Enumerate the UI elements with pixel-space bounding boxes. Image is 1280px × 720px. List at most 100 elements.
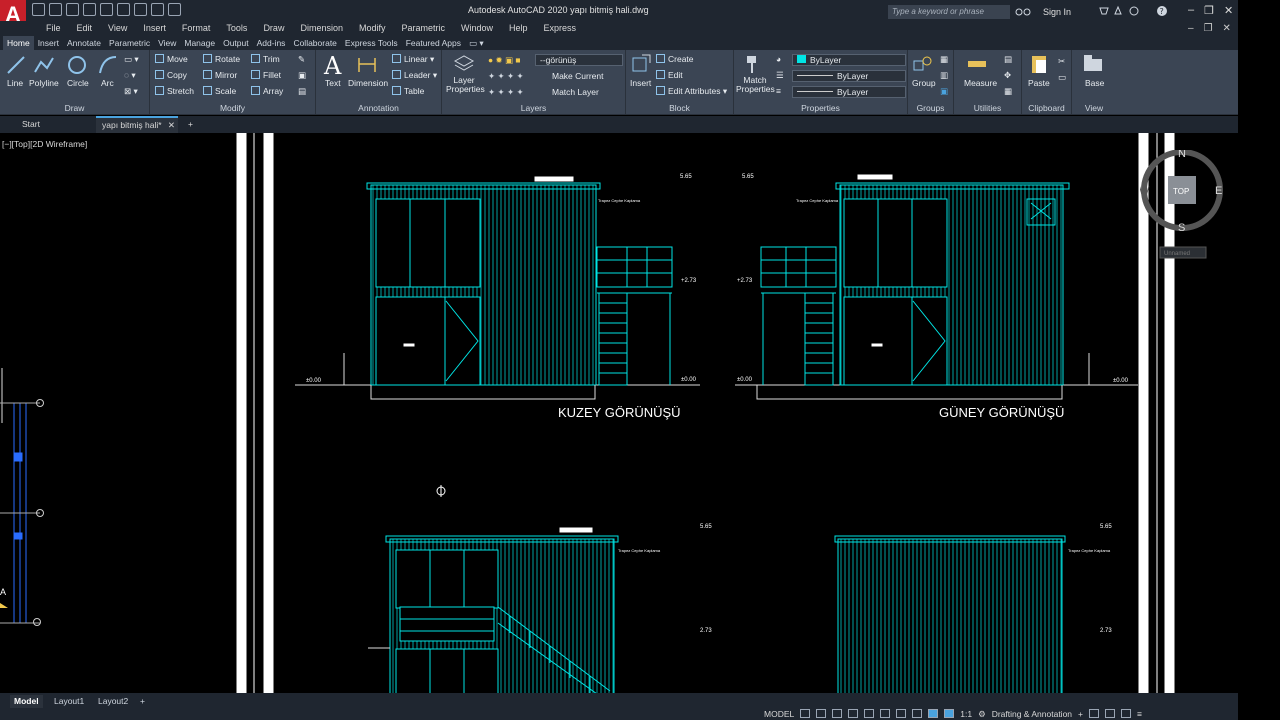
save-icon[interactable] (66, 3, 79, 16)
share-icon[interactable] (168, 3, 181, 16)
tab-insert[interactable]: Insert (34, 36, 63, 50)
layers-panel-title[interactable]: Layers (442, 103, 625, 113)
cut-icon[interactable]: ✂ (1058, 56, 1065, 67)
base-view-icon[interactable] (1082, 53, 1104, 75)
gradient-icon[interactable]: ⊠ ▾ (124, 86, 138, 97)
tab-home[interactable]: Home (3, 36, 34, 50)
draw-panel-title[interactable]: Draw (0, 103, 149, 113)
workspace-switch[interactable]: Drafting & Annotation (992, 709, 1072, 720)
scale-button[interactable]: Scale (203, 86, 236, 96)
edit-attributes-button[interactable]: Edit Attributes ▾ (656, 86, 727, 97)
grid-icon[interactable] (800, 709, 811, 718)
color-dropdown[interactable]: ByLayer (792, 54, 906, 66)
linear-button[interactable]: Linear ▾ (392, 54, 434, 65)
menu-dimension[interactable]: Dimension (292, 21, 351, 36)
menu-file[interactable]: File (38, 21, 69, 36)
annotation-panel-title[interactable]: Annotation (316, 103, 441, 113)
rotate-button[interactable]: Rotate (203, 54, 240, 64)
paste-icon[interactable] (1028, 53, 1050, 75)
sign-in-button[interactable]: Sign In (1043, 7, 1071, 17)
selection-cycling-icon[interactable] (912, 709, 923, 718)
ungroup-icon[interactable]: ▦ (940, 54, 948, 65)
id-point-icon[interactable]: ✥ (1004, 70, 1011, 81)
insert-block-icon[interactable] (630, 53, 652, 75)
annotation-visibility-icon[interactable] (928, 709, 939, 718)
groups-panel-title[interactable]: Groups (908, 103, 953, 113)
compass-north[interactable]: N (1178, 150, 1186, 160)
arc-icon[interactable] (97, 54, 119, 76)
tab-view[interactable]: View (154, 36, 180, 50)
ribbon-options-icon[interactable]: ▭ ▾ (465, 36, 488, 50)
rectangle-icon[interactable]: ▭ ▾ (124, 54, 139, 65)
linetype-icon[interactable]: ☰ (776, 70, 784, 81)
match-layer-button[interactable]: Match Layer (552, 87, 599, 97)
group-select-icon[interactable]: ▣ (940, 86, 948, 97)
hatch-icon[interactable]: ◌ ▾ (124, 70, 136, 81)
stretch-button[interactable]: Stretch (155, 86, 194, 96)
undo-icon[interactable] (134, 3, 147, 16)
copy-button[interactable]: Copy (155, 70, 187, 80)
mirror-button[interactable]: Mirror (203, 70, 237, 80)
drawing-tab[interactable]: yapı bitmiş hali* ✕ (96, 116, 178, 133)
start-tab[interactable]: Start (16, 116, 96, 133)
layer-properties-icon[interactable] (453, 53, 475, 75)
new-tab-icon[interactable]: + (182, 116, 202, 133)
layer-tool-icons-row2[interactable]: ✦ ✦ ✦ ✦ (488, 71, 524, 82)
isolate-objects-icon[interactable] (1089, 709, 1099, 718)
match-properties-icon[interactable] (744, 53, 766, 75)
tab-annotate[interactable]: Annotate (63, 36, 105, 50)
utilities-panel-title[interactable]: Utilities (954, 103, 1021, 113)
tab-output[interactable]: Output (219, 36, 253, 50)
auto-scale-icon[interactable] (944, 709, 955, 718)
dimension-button[interactable]: Dimension (348, 78, 388, 88)
menu-edit[interactable]: Edit (69, 21, 101, 36)
block-panel-title[interactable]: Block (626, 103, 733, 113)
tab-collaborate[interactable]: Collaborate (289, 36, 340, 50)
arc-button[interactable]: Arc (101, 78, 114, 88)
doc-restore-icon[interactable]: ❐ (1204, 23, 1213, 34)
new-file-icon[interactable] (32, 3, 45, 16)
otrack-icon[interactable] (880, 709, 891, 718)
close-icon[interactable]: ✕ (1224, 4, 1233, 17)
viewcube-face-top[interactable]: TOP (1173, 187, 1189, 196)
lineweight-toggle-icon[interactable] (896, 709, 907, 718)
snap-icon[interactable] (816, 709, 827, 718)
measure-button[interactable]: Measure (964, 78, 997, 88)
customization-icon[interactable]: ≡ (1137, 709, 1142, 720)
polar-icon[interactable] (848, 709, 859, 718)
tab-add-ins[interactable]: Add-ins (253, 36, 290, 50)
copy-clip-icon[interactable]: ▭ (1058, 72, 1066, 83)
lineweight-dropdown[interactable]: ByLayer (792, 86, 906, 98)
group-icon[interactable] (912, 53, 934, 75)
model-space-button[interactable]: MODEL (764, 709, 794, 720)
tab-featured-apps[interactable]: Featured Apps (402, 36, 465, 50)
clipboard-panel-title[interactable]: Clipboard (1022, 103, 1071, 113)
hardware-acceleration-icon[interactable] (1105, 709, 1115, 718)
make-current-button[interactable]: Make Current (552, 71, 604, 81)
doc-close-icon[interactable]: ✕ (1223, 23, 1231, 34)
circle-button[interactable]: Circle (67, 78, 89, 88)
restore-icon[interactable]: ❐ (1204, 4, 1214, 17)
tab-close-icon[interactable]: ✕ (168, 120, 175, 130)
calculator-icon[interactable]: ▤ (1004, 54, 1012, 65)
print-icon[interactable] (117, 3, 130, 16)
save-as-icon[interactable] (83, 3, 96, 16)
model-tab[interactable]: Model (10, 695, 43, 708)
annotation-scale[interactable]: 1:1 (960, 709, 972, 720)
menu-window[interactable]: Window (453, 21, 501, 36)
add-layout-icon[interactable]: + (136, 695, 149, 708)
layer-state-icons[interactable]: ● ✹ ▣ ■ (488, 55, 521, 66)
menu-help[interactable]: Help (501, 21, 536, 36)
binoculars-icon[interactable] (1014, 5, 1038, 17)
drawing-canvas[interactable]: [−][Top][2D Wireframe] A KUZEY GÖRÜNÜŞÜ … (0, 133, 1238, 693)
base-button[interactable]: Base (1085, 78, 1104, 88)
menu-express[interactable]: Express (536, 21, 585, 36)
compass-east[interactable]: E (1215, 185, 1222, 197)
clean-screen-icon[interactable] (1121, 709, 1131, 718)
move-button[interactable]: Move (155, 54, 188, 64)
tab-express-tools[interactable]: Express Tools (341, 36, 402, 50)
dimension-icon[interactable] (356, 54, 378, 76)
layer-tool-icons-row3[interactable]: ✦ ✦ ✦ ✦ (488, 87, 524, 98)
minimize-icon[interactable]: – (1188, 4, 1194, 17)
line-icon[interactable] (5, 54, 27, 76)
